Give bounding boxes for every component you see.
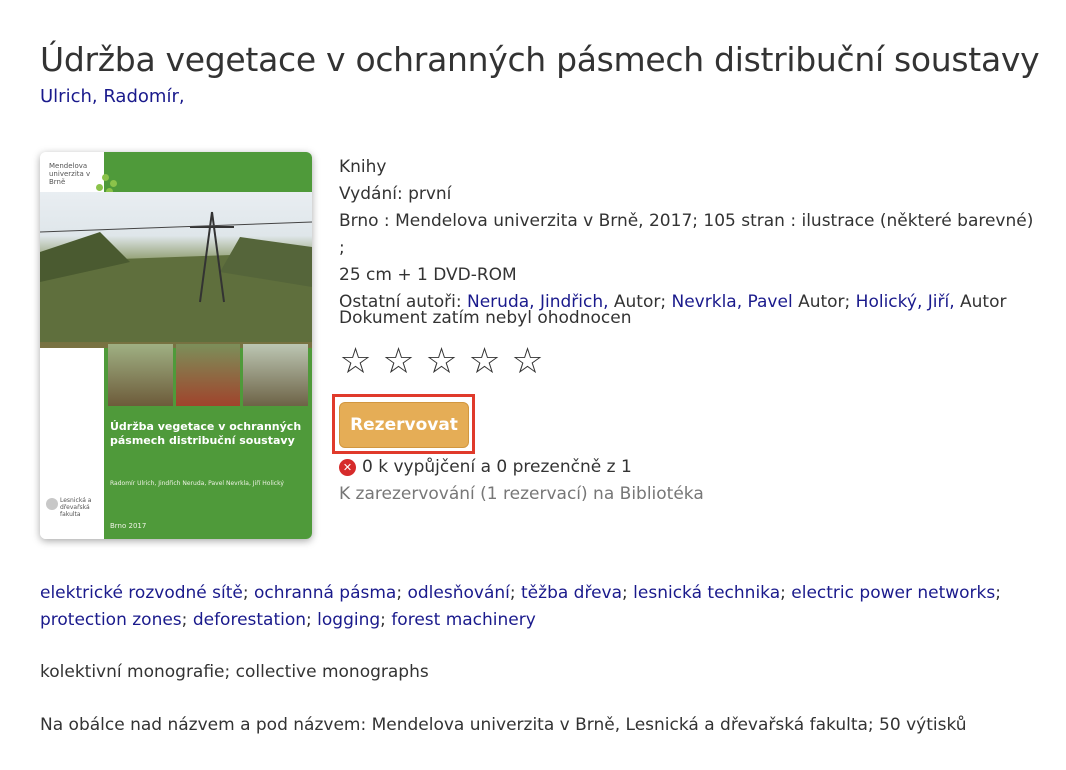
cover-thumbnail-strip [108,344,309,406]
reserve-button[interactable]: Rezervovat [339,402,469,448]
star-icon[interactable]: ☆ [382,340,415,384]
faculty-logo-icon [46,498,58,510]
subject-link[interactable]: electric power networks [791,583,995,603]
cover-photo [40,192,312,348]
subject-link[interactable]: těžba dřeva [521,583,622,603]
other-author-link-holicky[interactable]: Holický, Jiří, [856,292,955,312]
cover-publisher-logo: Mendelova univerzita v Brně [49,162,91,186]
subject-link[interactable]: elektrické rozvodné sítě [40,583,243,603]
cover-note: Na obálce nad názvem a pod názvem: Mende… [40,715,967,735]
cover-authors: Radomír Ulrich, Jindřich Neruda, Pavel N… [110,480,284,487]
book-details: Knihy Vydání: první Brno : Mendelova uni… [339,154,1039,316]
edition: Vydání: první [339,184,452,204]
rating-status: Dokument zatím nebyl ohodnocen [339,308,632,328]
reservation-info: K zarezervování (1 rezervací) na Bibliot… [339,484,704,504]
genre-note: kolektivní monografie; collective monogr… [40,662,429,682]
star-icon[interactable]: ☆ [339,340,372,384]
other-author-link-nevrkla[interactable]: Nevrkla, Pavel [672,292,793,312]
subject-link[interactable]: lesnická technika [633,583,780,603]
star-rating[interactable]: ☆ ☆ ☆ ☆ ☆ [339,340,544,384]
subject-link[interactable]: logging [317,610,380,630]
subject-link[interactable]: forest machinery [391,610,536,630]
publication-info: Brno : Mendelova univerzita v Brně, 2017… [339,211,1034,285]
unavailable-icon: ✕ [339,458,356,476]
subject-link[interactable]: ochranná pásma [254,583,396,603]
star-icon[interactable]: ☆ [468,340,501,384]
star-icon[interactable]: ☆ [425,340,458,384]
cover-faculty: Lesnická a dřevařská fakulta [60,497,92,518]
book-cover-image: Mendelova univerzita v Brně Údržba veget… [40,152,312,539]
cover-title: Údržba vegetace v ochranných pásmech dis… [110,420,302,447]
author-link[interactable]: Ulrich, Radomír, [40,86,185,107]
star-icon[interactable]: ☆ [511,340,544,384]
author-role: Autor [960,292,1007,312]
subject-link[interactable]: odlesňování [407,583,509,603]
subject-list: elektrické rozvodné sítě; ochranná pásma… [40,583,1001,630]
availability-text: 0 k vypůjčení a 0 prezenčně z 1 [362,457,632,477]
subject-link[interactable]: deforestation [193,610,306,630]
document-type: Knihy [339,157,387,177]
cover-year: Brno 2017 [110,522,147,530]
page-title: Údržba vegetace v ochranných pásmech dis… [40,40,1040,79]
subject-link[interactable]: protection zones [40,610,182,630]
availability: ✕ 0 k vypůjčení a 0 prezenčně z 1 [339,455,632,479]
author-role: Autor; [798,292,851,312]
